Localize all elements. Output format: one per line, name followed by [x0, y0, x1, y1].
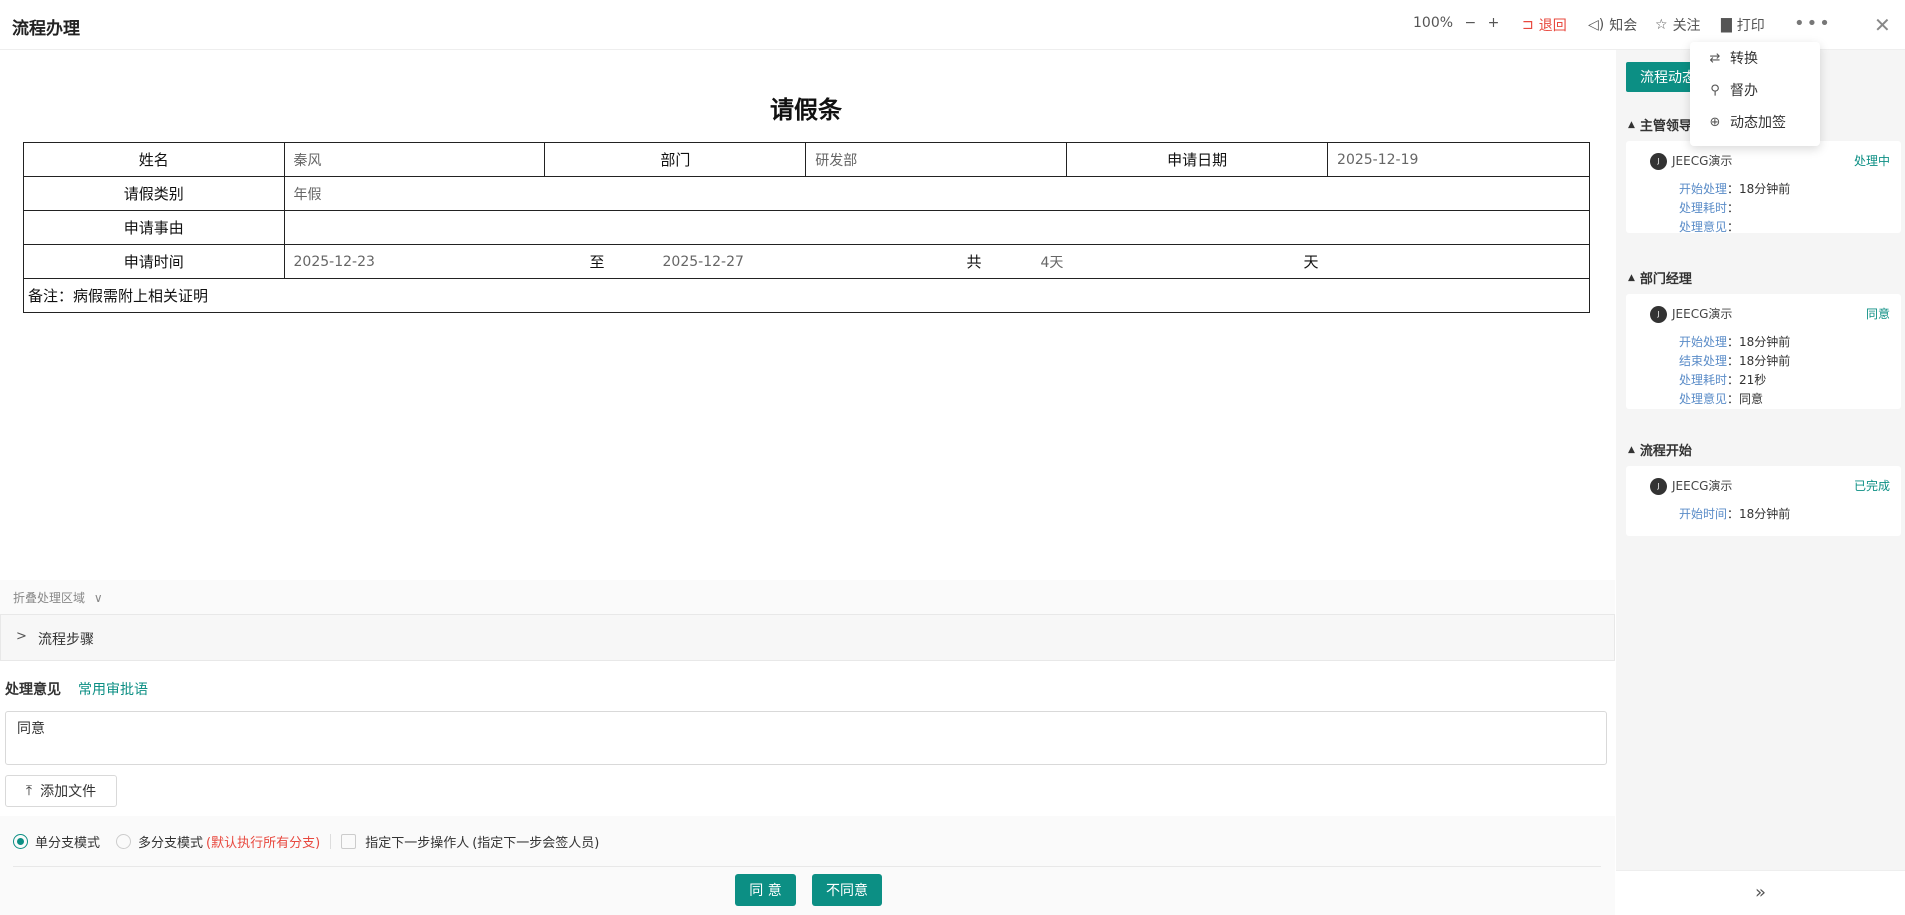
leave-type-label: 请假类别: [23, 176, 285, 211]
multi-mode-note: (默认执行所有分支): [206, 835, 321, 851]
follow-button[interactable]: ☆ 关注: [1655, 15, 1701, 35]
agree-button[interactable]: 同 意: [735, 874, 796, 906]
start-date[interactable]: 2025-12-23: [285, 254, 663, 270]
process-dynamics-panel: 见 流程动态 ▲ 主管领导 J JEECG演示 处理中 开始处理：18分钟前 处…: [1616, 50, 1905, 914]
zoom-out-button[interactable]: −: [1464, 15, 1476, 31]
printer-icon: ▇: [1721, 17, 1732, 33]
opinion-textarea[interactable]: 同意: [5, 711, 1607, 765]
opinion-section: 处理意见 常用审批语 同意 ⤒ 添加文件: [0, 661, 1615, 816]
step-detail-row: 结束处理：18分钟前: [1679, 354, 1791, 368]
transfer-icon: ⇄: [1709, 50, 1721, 66]
step-card: J JEECG演示 同意 开始处理：18分钟前 结束处理：18分钟前 处理耗时：…: [1626, 294, 1901, 409]
step-detail-row: 处理耗时：21秒: [1679, 373, 1767, 387]
dept-value[interactable]: 研发部: [805, 142, 1068, 177]
double-chevron-right-icon: »: [1754, 882, 1766, 903]
process-steps-label: 流程步骤: [38, 632, 94, 648]
single-mode-label: 单分支模式: [35, 835, 101, 851]
name-value[interactable]: 秦风: [283, 142, 546, 177]
star-icon: ☆: [1655, 17, 1668, 33]
upload-icon: ⤒: [25, 783, 33, 799]
single-mode-radio[interactable]: [13, 833, 28, 849]
print-button[interactable]: ▇ 打印: [1721, 15, 1765, 35]
process-steps-panel[interactable]: > 流程步骤: [0, 614, 1615, 661]
notify-button[interactable]: ◁) 知会: [1588, 15, 1637, 35]
time-range: 2025-12-23 至 2025-12-27 共 4天 天: [283, 244, 1591, 279]
page-title: 流程办理: [12, 19, 80, 39]
step-status: 处理中: [1853, 154, 1890, 168]
processing-area: 折叠处理区域 ∨ > 流程步骤 处理意见 常用审批语 同意 ⤒ 添加文件 单分支…: [0, 580, 1615, 915]
zoom-control: 100% − +: [1413, 15, 1506, 31]
separator: [13, 866, 1601, 867]
return-button[interactable]: ⊐ 退回: [1522, 15, 1567, 35]
divider: [330, 833, 332, 849]
assign-next-note: (指定下一步会签人员): [472, 835, 600, 851]
common-phrases-link[interactable]: 常用审批语: [78, 679, 148, 699]
leave-type-value[interactable]: 年假: [283, 176, 1591, 211]
close-button[interactable]: ✕: [1874, 13, 1891, 37]
step-status: 已完成: [1853, 479, 1890, 493]
avatar: J: [1650, 478, 1667, 495]
speaker-icon: ◁): [1588, 17, 1605, 33]
multi-mode-label: 多分支模式: [138, 835, 204, 851]
day-unit: 天: [1303, 253, 1319, 271]
step-user: JEECG演示: [1672, 307, 1733, 321]
step-detail-row: 开始处理：18分钟前: [1679, 182, 1791, 196]
step-detail-row: 开始处理：18分钟前: [1679, 335, 1791, 349]
opinion-label: 处理意见: [5, 682, 61, 698]
step-status: 同意: [1865, 307, 1890, 321]
caret-up-icon: ▲: [1628, 272, 1635, 283]
reason-label: 申请事由: [23, 210, 285, 245]
avatar: J: [1650, 153, 1667, 170]
caret-up-icon: ▲: [1628, 119, 1635, 130]
top-bar: 流程办理 100% − + ⊐ 退回 ◁) 知会 ☆ 关注 ▇ 打印 ••• ✕: [0, 0, 1905, 50]
step-user: JEECG演示: [1672, 479, 1733, 493]
return-icon: ⊐: [1522, 17, 1534, 33]
dept-label: 部门: [544, 142, 807, 177]
assign-next-label: 指定下一步操作人: [365, 835, 470, 851]
menu-item-transfer[interactable]: ⇄ 转换: [1690, 42, 1820, 74]
add-sign-icon: ⊕: [1709, 114, 1721, 130]
fold-toggle[interactable]: 折叠处理区域 ∨: [13, 589, 103, 606]
chevron-down-icon: ∨: [93, 591, 103, 605]
step-detail-row: 处理意见：同意: [1679, 392, 1764, 406]
more-button[interactable]: •••: [1794, 13, 1832, 34]
zoom-in-button[interactable]: +: [1488, 15, 1500, 31]
time-label: 申请时间: [23, 244, 285, 279]
branch-mode-row: 单分支模式 多分支模式 (默认执行所有分支) 指定下一步操作人 (指定下一步会签…: [0, 816, 1615, 866]
more-dropdown-menu: ⇄ 转换 ⚲ 督办 ⊕ 动态加签: [1690, 42, 1820, 146]
step-card: J JEECG演示 已完成 开始时间：18分钟前: [1626, 466, 1901, 536]
step-card: J JEECG演示 处理中 开始处理：18分钟前 处理耗时： 处理意见：: [1626, 141, 1901, 234]
date-value[interactable]: 2025-12-19: [1327, 142, 1590, 177]
multi-mode-radio[interactable]: [116, 833, 132, 849]
form-note: 备注：病假需附上相关证明: [23, 278, 1590, 313]
step-user: JEECG演示: [1672, 154, 1733, 168]
section-title[interactable]: ▲ 主管领导: [1628, 115, 1692, 134]
step-detail-row: 处理耗时：: [1679, 201, 1740, 215]
form-title: 请假条: [770, 96, 842, 124]
leave-form-table: 姓名 秦风 部门 研发部 申请日期 2025-12-19 请假类别 年假 申请事…: [23, 142, 1591, 313]
end-date[interactable]: 2025-12-27: [663, 254, 1041, 270]
date-label: 申请日期: [1066, 142, 1329, 177]
supervise-icon: ⚲: [1710, 82, 1720, 98]
avatar: J: [1650, 306, 1667, 323]
caret-up-icon: ▲: [1628, 444, 1635, 455]
expand-panel-button[interactable]: »: [1616, 870, 1905, 914]
step-detail-row: 开始时间：18分钟前: [1679, 507, 1791, 521]
section-title[interactable]: ▲ 流程开始: [1628, 440, 1692, 459]
menu-item-supervise[interactable]: ⚲ 督办: [1690, 74, 1820, 106]
zoom-level: 100%: [1413, 15, 1454, 31]
section-title[interactable]: ▲ 部门经理: [1628, 268, 1692, 287]
reason-value[interactable]: [283, 210, 1591, 245]
assign-next-checkbox[interactable]: [341, 833, 357, 849]
name-label: 姓名: [23, 142, 285, 177]
step-detail-row: 处理意见：: [1679, 220, 1740, 234]
menu-item-add-sign[interactable]: ⊕ 动态加签: [1690, 106, 1820, 138]
chevron-right-icon: >: [16, 629, 27, 644]
add-file-button[interactable]: ⤒ 添加文件: [5, 775, 117, 807]
disagree-button[interactable]: 不同意: [812, 874, 882, 906]
total-days[interactable]: 4天: [1041, 252, 1304, 272]
